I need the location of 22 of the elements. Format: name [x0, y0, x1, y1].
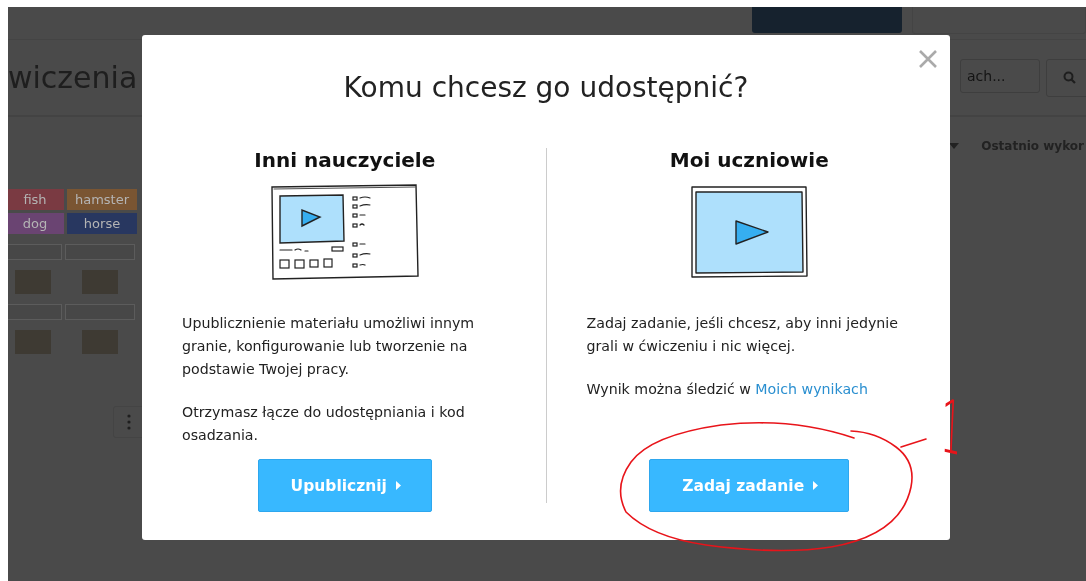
- results-link[interactable]: Moich wynikach: [755, 381, 868, 397]
- search-button[interactable]: [1046, 58, 1086, 97]
- annotation-number: 1: [939, 384, 964, 470]
- option-description: Zadaj zadanie, jeśli chcesz, aby inni jedynie grali w ćwiczeniu i nic więcej.: [586, 314, 899, 356]
- option-heading: Moi uczniowie: [669, 148, 829, 172]
- more-icon[interactable]: [113, 406, 145, 438]
- option-button[interactable]: Zadaj zadanie: [649, 459, 850, 512]
- dialog-title: Komu chcesz go udostępnić?: [342, 71, 750, 104]
- word-tag[interactable]: horse: [67, 213, 137, 234]
- caret-icon: [813, 481, 819, 490]
- caret-icon[interactable]: [949, 143, 960, 149]
- option-heading: Inni nauczyciele: [254, 148, 436, 172]
- caret-icon: [395, 481, 401, 490]
- option-button[interactable]: Upublicznij: [257, 459, 432, 512]
- search-icon: [1062, 71, 1076, 84]
- option-description: Wynik można śledzić w Moich wynikach: [586, 380, 869, 399]
- word-tag[interactable]: fish: [8, 189, 64, 210]
- word-tag[interactable]: dog: [8, 213, 64, 234]
- option-description: Upublicznienie materiału umożliwi innym granie, konfigurowanie lub tworzenie na podstawie Twojej pracy.: [182, 314, 476, 379]
- option-description: Otrzymasz łącze do udostępniania i kod osadzania.: [182, 403, 466, 445]
- word-tag[interactable]: hamster: [67, 189, 137, 210]
- close-icon[interactable]: [918, 49, 938, 69]
